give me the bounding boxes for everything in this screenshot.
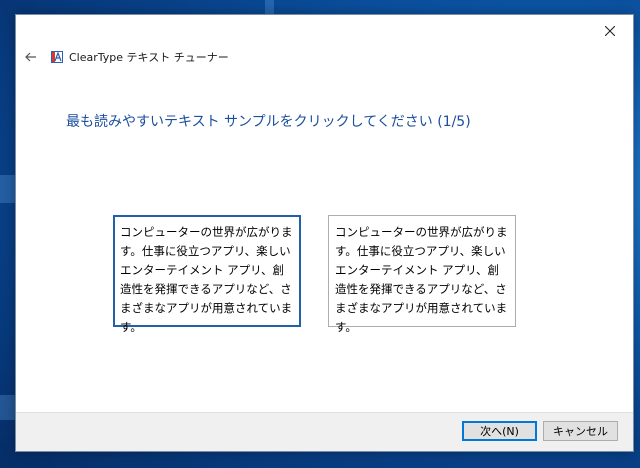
instruction-heading: 最も読みやすいテキスト サンプルをクリックしてください (1/5) bbox=[66, 114, 471, 130]
desktop-light-beam bbox=[0, 395, 15, 420]
window-title: ClearType テキスト チューナー bbox=[69, 51, 229, 64]
cleartype-tuner-window: ClearType テキスト チューナー 最も読みやすいテキスト サンプルをクリ… bbox=[15, 14, 634, 452]
button-bar: 次へ(N) キャンセル bbox=[16, 412, 633, 451]
back-arrow-icon bbox=[25, 52, 36, 62]
next-button[interactable]: 次へ(N) bbox=[462, 421, 537, 441]
close-button[interactable] bbox=[587, 15, 633, 47]
text-sample-1[interactable]: コンピューターの世界が広がります。仕事に役立つアプリ、楽しいエンターテイメント … bbox=[113, 215, 301, 334]
text-sample-2[interactable]: コンピューターの世界が広がります。仕事に役立つアプリ、楽しいエンターテイメント … bbox=[328, 215, 516, 334]
title-bar: ClearType テキスト チューナー bbox=[16, 45, 633, 69]
desktop-light-beam bbox=[265, 0, 274, 14]
desktop-light-beam bbox=[0, 175, 15, 203]
back-button[interactable] bbox=[21, 47, 41, 67]
close-icon bbox=[605, 26, 615, 36]
cancel-button[interactable]: キャンセル bbox=[543, 421, 618, 441]
cleartype-app-icon bbox=[51, 51, 63, 63]
